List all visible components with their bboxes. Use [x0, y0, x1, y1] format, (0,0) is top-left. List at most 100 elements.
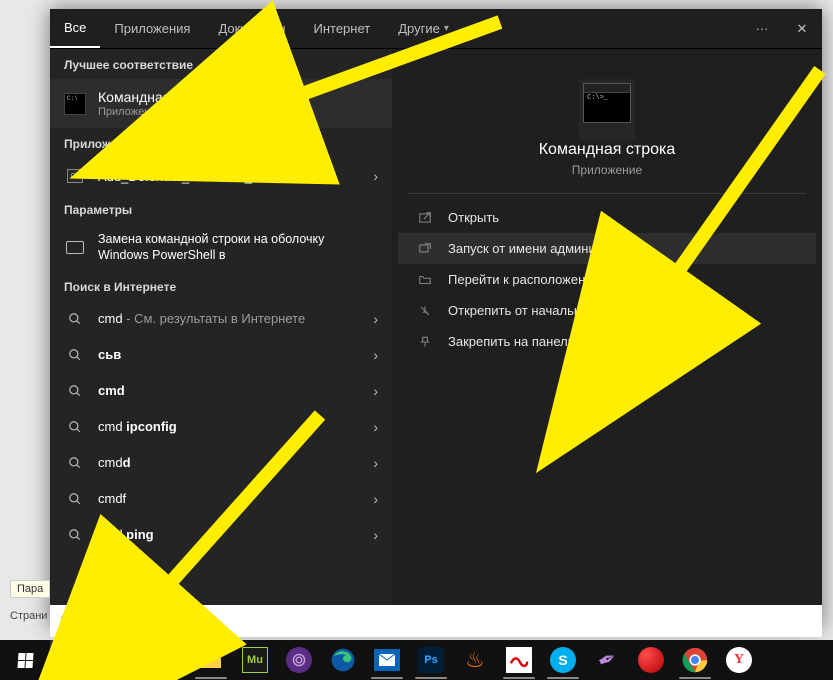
search-icon: [64, 492, 86, 506]
irfan-icon: [506, 647, 532, 673]
web-result-row[interactable]: cmd ›: [50, 373, 392, 409]
web-result-label: cmdf: [98, 491, 361, 506]
chevron-right-icon: ›: [373, 491, 378, 507]
taskbar-app-opera[interactable]: [630, 640, 672, 680]
details-title: Командная строка: [539, 141, 676, 159]
action-pin-taskbar[interactable]: Закрепить на панели задач: [398, 326, 816, 357]
details-panel: Командная строка Приложение Открыть Запу…: [392, 49, 822, 629]
admin-icon: [416, 242, 434, 256]
action-open-location[interactable]: Перейти к расположению файла: [398, 264, 816, 295]
taskbar-app-muse[interactable]: Mu: [234, 640, 276, 680]
feather-icon: ✒: [593, 644, 621, 675]
tab-web[interactable]: Интернет: [299, 9, 384, 48]
search-icon: [64, 312, 86, 326]
chevron-right-icon: ›: [373, 527, 378, 543]
action-pin-taskbar-label: Закрепить на панели задач: [448, 334, 613, 349]
details-hero: Командная строка Приложение: [408, 49, 806, 194]
taskbar-app-yandex-browser[interactable]: Y: [718, 640, 760, 680]
action-open[interactable]: Открыть: [398, 202, 816, 233]
yandex-icon: [154, 647, 180, 673]
mail-icon: [374, 649, 400, 671]
web-result-row[interactable]: cmdf ›: [50, 481, 392, 517]
section-settings: Параметры: [50, 194, 392, 224]
chevron-right-icon: ›: [373, 347, 378, 363]
unpin-icon: [416, 304, 434, 318]
pin-icon: [416, 335, 434, 349]
more-options-button[interactable]: ···: [742, 9, 782, 48]
web-result-label: cmd ipconfig: [98, 419, 361, 434]
taskbar-search-button[interactable]: [50, 640, 96, 680]
photoshop-icon: Ps: [418, 647, 444, 673]
start-button[interactable]: [2, 640, 48, 680]
cmd-icon: [64, 93, 86, 115]
chevron-right-icon: ›: [373, 455, 378, 471]
search-icon: [64, 651, 82, 669]
tab-more-label: Другие: [398, 21, 440, 36]
taskbar-app-irfan[interactable]: [498, 640, 540, 680]
taskbar-app-skype[interactable]: S: [542, 640, 584, 680]
open-icon: [416, 211, 434, 225]
close-icon: ✕: [797, 21, 808, 37]
flame-icon: ♨: [465, 647, 485, 673]
tab-docs[interactable]: Документы: [204, 9, 299, 48]
chevron-right-icon: ›: [373, 419, 378, 435]
best-match-row[interactable]: Командная строка Приложение: [50, 79, 392, 128]
web-result-label: cmd: [98, 383, 125, 398]
tab-all[interactable]: Все: [50, 9, 100, 48]
web-result-label: cmd ping: [98, 527, 361, 542]
web-result-row[interactable]: cmd - См. результаты в Интернете ›: [50, 301, 392, 337]
app-result-label: Add_Defender_Exclusion_New.cmd: [98, 169, 361, 184]
best-match-subtitle: Приложение: [98, 106, 378, 118]
web-result-row[interactable]: сьв ›: [50, 337, 392, 373]
cmd-large-icon: [583, 83, 631, 123]
action-unpin-start[interactable]: Открепить от начального экрана: [398, 295, 816, 326]
search-icon: [64, 384, 86, 398]
best-match-title: Командная строка: [98, 89, 378, 105]
tab-apps-label: Приложения: [114, 21, 190, 36]
settings-result-row[interactable]: Замена командной строки на оболочку Wind…: [50, 224, 392, 271]
task-view-icon: [110, 651, 132, 669]
taskbar-app-photoshop[interactable]: Ps: [410, 640, 452, 680]
taskbar-app-yandex[interactable]: [146, 640, 188, 680]
section-apps: Приложения: [50, 128, 392, 158]
app-result-row[interactable]: C:\ Add_Defender_Exclusion_New.cmd ›: [50, 158, 392, 194]
close-button[interactable]: ✕: [782, 9, 822, 48]
taskbar-app-flame[interactable]: ♨: [454, 640, 496, 680]
action-run-as-admin[interactable]: Запуск от имени администратора: [398, 233, 816, 264]
taskbar-app-edge[interactable]: [322, 640, 364, 680]
details-subtitle: Приложение: [572, 163, 642, 177]
opera-icon: [638, 647, 664, 673]
windows-logo-icon: [17, 653, 33, 668]
text-cursor: [120, 612, 121, 630]
taskbar-app-explorer[interactable]: [190, 640, 232, 680]
edge-icon: [330, 647, 356, 673]
taskbar-app-chrome[interactable]: [674, 640, 716, 680]
web-result-row[interactable]: cmdd ›: [50, 445, 392, 481]
web-result-row[interactable]: cmd ping ›: [50, 517, 392, 553]
muse-icon: Mu: [242, 647, 268, 673]
background-crumb: Страни: [10, 610, 47, 622]
folder-icon: [416, 273, 434, 287]
search-tabs: Все Приложения Документы Интернет Другие…: [50, 9, 822, 49]
taskbar-app-feather[interactable]: ✒: [586, 640, 628, 680]
section-web-search: Поиск в Интернете: [50, 271, 392, 301]
task-view-button[interactable]: [98, 640, 144, 680]
taskbar-app-mail[interactable]: [366, 640, 408, 680]
action-list: Открыть Запуск от имени администратора П…: [398, 194, 816, 365]
search-input-bar[interactable]: cmd: [50, 605, 822, 637]
web-result-label: cmd - См. результаты в Интернете: [98, 311, 361, 326]
tab-apps[interactable]: Приложения: [100, 9, 204, 48]
search-icon: [60, 612, 76, 631]
chrome-icon: [682, 647, 708, 673]
web-result-row[interactable]: cmd ipconfig ›: [50, 409, 392, 445]
taskbar-app-tor[interactable]: [278, 640, 320, 680]
tor-icon: [286, 647, 312, 673]
action-open-label: Открыть: [448, 210, 499, 225]
skype-icon: S: [550, 647, 576, 673]
tab-more[interactable]: Другие▾: [384, 9, 463, 48]
cmd-file-icon: C:\: [67, 169, 83, 183]
action-admin-label: Запуск от имени администратора: [448, 241, 650, 256]
action-location-label: Перейти к расположению файла: [448, 272, 646, 287]
ellipsis-icon: ···: [756, 21, 769, 36]
background-tooltip: Пара: [10, 580, 50, 598]
